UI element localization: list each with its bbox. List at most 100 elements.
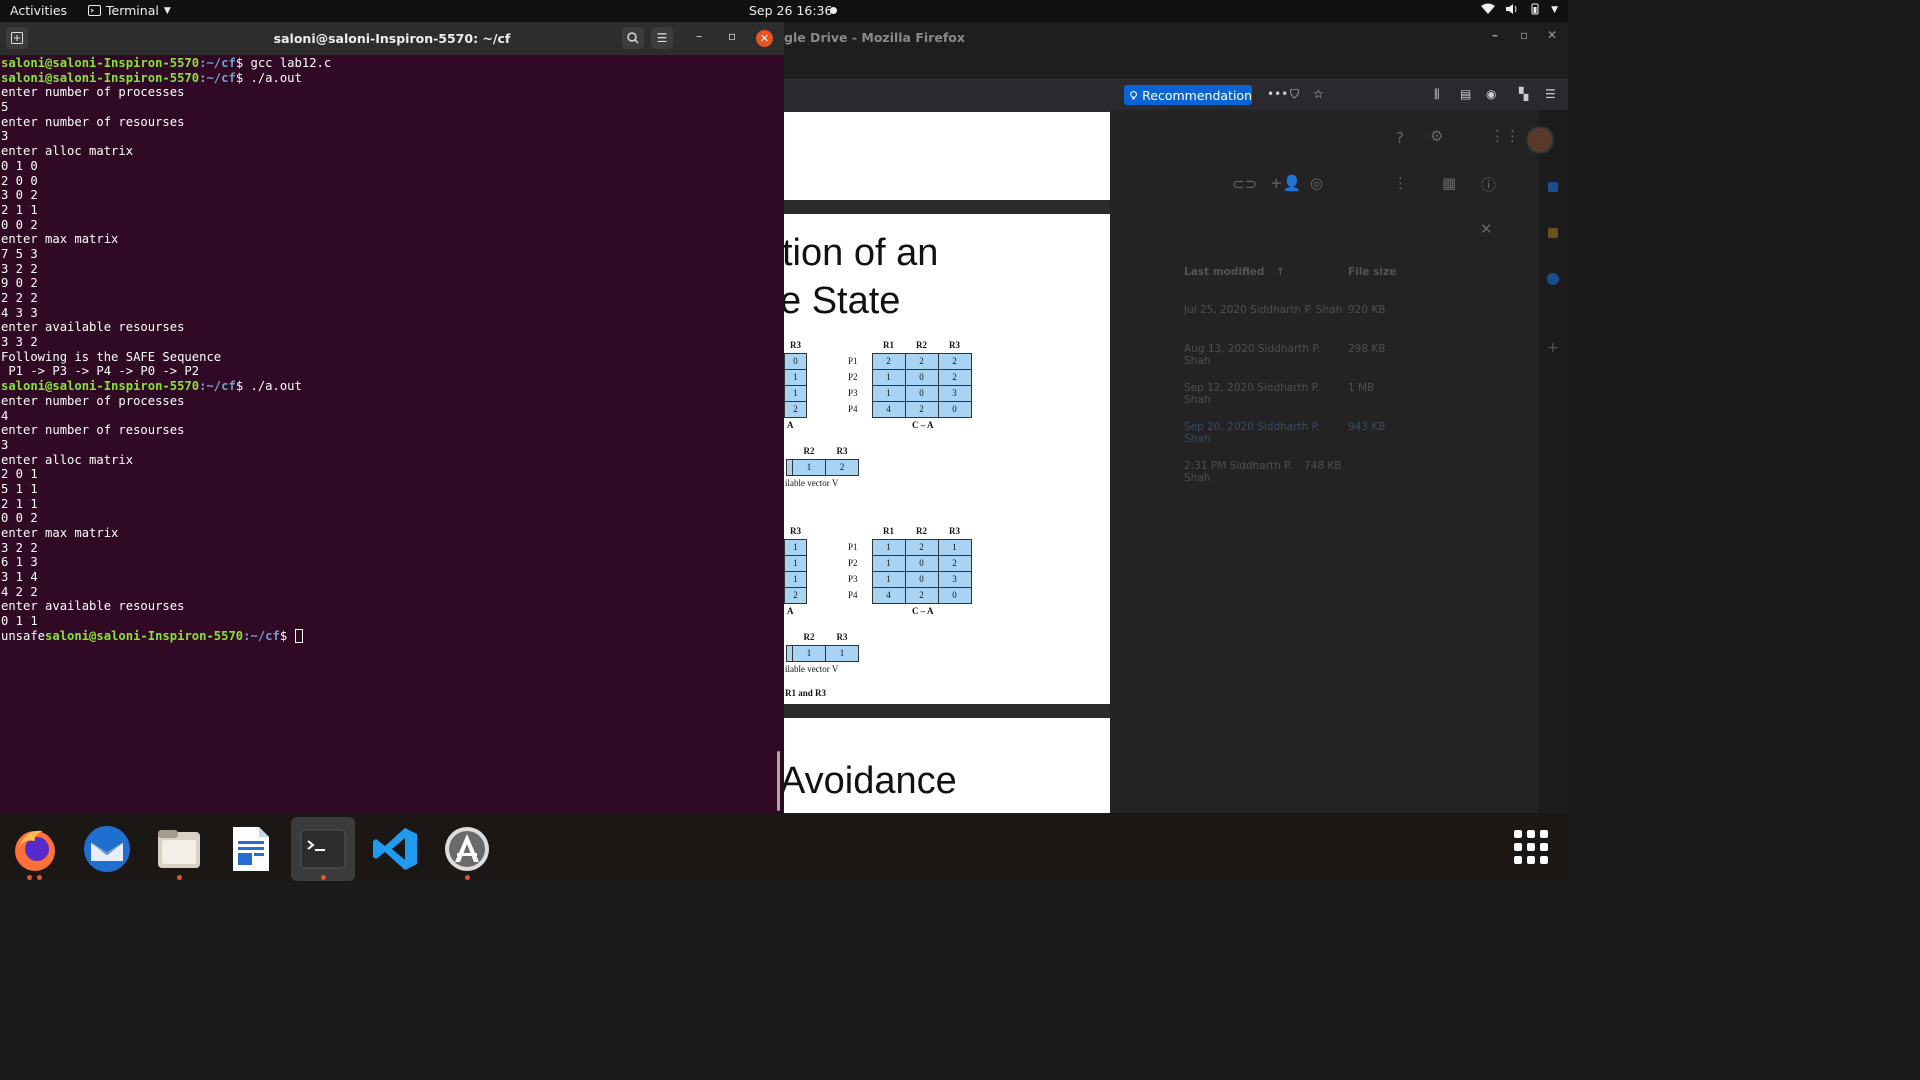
terminal-line: 7 5 3 (1, 246, 38, 261)
terminal-small-icon (88, 5, 101, 16)
battery-icon (1531, 3, 1539, 15)
notification-dot-icon (830, 7, 837, 14)
menu-icon[interactable]: ☰ (1545, 87, 1556, 101)
account-icon[interactable]: ◉ (1486, 87, 1496, 101)
dock-terminal[interactable] (291, 817, 355, 881)
bookmark-star-icon[interactable]: ☆ (1313, 87, 1324, 101)
terminal-line: enter alloc matrix (1, 144, 134, 159)
chevron-down-icon: ▼ (1551, 5, 1558, 15)
close-panel-icon[interactable]: ✕ (1480, 220, 1493, 238)
settings-gear-icon[interactable]: ⚙ (1430, 127, 1443, 145)
terminal-line: saloni@saloni-Inspiron-5570:~/cf$ gcc la… (1, 56, 781, 71)
dock-files[interactable] (147, 817, 211, 881)
add-person-icon[interactable]: +👤 (1270, 174, 1301, 192)
app-menu-label: Terminal (106, 3, 159, 18)
maximize-icon[interactable]: ▫ (1520, 28, 1528, 42)
terminal-line: 2 0 1 (1, 467, 38, 482)
preview-eye-icon[interactable]: ◎ (1310, 174, 1323, 192)
terminal-line: enter max matrix (1, 232, 119, 247)
info-icon[interactable]: ⓘ (1481, 174, 1496, 195)
dock (0, 813, 1568, 882)
keep-icon[interactable] (1548, 228, 1558, 238)
extensions-icon[interactable]: ▚ (1519, 87, 1528, 101)
pocket-icon[interactable]: ⛉ (1290, 87, 1299, 102)
avatar[interactable] (1526, 126, 1554, 154)
terminal-line: enter number of processes (1, 393, 185, 408)
terminal-line: enter available resourses (1, 320, 185, 335)
files-icon (158, 830, 200, 868)
terminal-line: enter max matrix (1, 526, 119, 540)
system-tray[interactable]: ▼ (1481, 3, 1558, 15)
dock-software[interactable] (435, 817, 499, 881)
table-row[interactable]: 2:31 PM Siddharth P. Shah 748 KB (1184, 460, 1341, 484)
terminal-line: saloni@saloni-Inspiron-5570:~/cf$ ./a.ou… (1, 71, 781, 86)
prompt-path: :~/cf (199, 70, 236, 85)
terminal-line: unsafesaloni@saloni-Inspiron-5570:~/cf$ (1, 629, 781, 644)
link-icon[interactable]: ⊂⊃ (1232, 175, 1257, 193)
terminal-line: 4 2 2 (1, 584, 38, 599)
app-menu[interactable]: Terminal ▼ (88, 3, 171, 18)
more-actions-icon[interactable]: ••• (1267, 87, 1288, 101)
table-row[interactable]: Aug 13, 2020 Siddharth P. Shah 298 KB (1184, 343, 1385, 367)
running-indicator (321, 875, 326, 880)
dock-vscode[interactable] (363, 817, 427, 881)
hamburger-menu-button[interactable]: ☰ (651, 27, 673, 49)
terminal-line: Following is the SAFE Sequence (1, 349, 222, 364)
pdf-page-next: Avoidance (784, 718, 1110, 813)
tasks-icon[interactable] (1547, 273, 1559, 285)
search-button[interactable] (622, 27, 644, 49)
side-panel-strip: + (1538, 110, 1568, 813)
help-icon[interactable]: ? (1396, 129, 1404, 147)
prompt-user: saloni@saloni-Inspiron-5570 (1, 379, 200, 394)
vscode-icon (373, 828, 417, 870)
terminal-line: 2 2 2 (1, 291, 38, 305)
prompt-user: saloni@saloni-Inspiron-5570 (1, 56, 200, 70)
matrix-c-minus-a-1: R1 R2 R3 P1 2 2 2 P2 1 0 2 P3 1 0 3 P4 4 2 0 (848, 338, 972, 418)
matrix-a-partial-2: R3 1 1 1 2 (784, 524, 807, 604)
close-icon[interactable]: ✕ (1547, 28, 1557, 42)
running-indicator (177, 875, 182, 880)
show-applications-icon[interactable] (1514, 830, 1548, 864)
library-icon[interactable]: ⫼ (1434, 87, 1440, 102)
terminal-line: saloni@saloni-Inspiron-5570:~/cf$ ./a.ou… (1, 379, 781, 394)
activities-button[interactable]: Activities (10, 3, 67, 18)
search-icon (627, 32, 639, 44)
firefox-window-title: gle Drive - Mozilla Firefox (784, 30, 965, 45)
recommendation-button[interactable]: Recommendation (1124, 85, 1252, 105)
table-row-selected[interactable]: Sep 20, 2020 Siddharth P. Shah 943 KB (1184, 421, 1385, 445)
slide-heading-avoidance: Avoidance (784, 760, 957, 802)
add-addon-icon[interactable]: + (1547, 340, 1559, 356)
close-icon[interactable]: ✕ (756, 30, 773, 47)
col-last-modified[interactable]: Last modified (1184, 266, 1264, 278)
terminal-line: enter alloc matrix (1, 452, 134, 467)
menu-icon: ☰ (656, 31, 668, 45)
apps-grid-icon[interactable]: ⋮⋮ (1490, 127, 1520, 145)
grid-view-icon[interactable]: ▦ (1442, 174, 1456, 192)
maximize-icon[interactable]: ▫ (728, 29, 736, 43)
table-row[interactable]: Sep 12, 2020 Siddharth P. Shah 1 MB (1184, 382, 1374, 406)
terminal-line: enter number of processes (1, 85, 185, 100)
slide-note: R1 and R3 (785, 688, 827, 698)
table-row[interactable]: Jul 25, 2020 Siddharth P. Shah 920 KB (1184, 304, 1385, 316)
sort-arrow-icon[interactable]: ↑ (1276, 266, 1285, 278)
terminal-line: 0 1 1 (1, 614, 38, 629)
terminal-line: 3 (1, 437, 9, 452)
dock-thunderbird[interactable] (75, 817, 139, 881)
firefox-toolbar: Recommendation ••• ⛉ ☆ ⫼ ▤ ◉ ▚ ☰ (784, 80, 1568, 110)
minimize-icon[interactable]: – (696, 29, 702, 43)
dock-writer[interactable] (219, 817, 283, 881)
terminal-window[interactable]: saloni@saloni-Inspiron-5570: ~/cf ☰ – ▫ … (0, 22, 784, 813)
more-vert-icon[interactable]: ⋮ (1393, 174, 1408, 192)
calendar-icon[interactable] (1548, 182, 1558, 192)
clock[interactable]: Sep 26 16:36 (749, 3, 832, 18)
terminal-headerbar: saloni@saloni-Inspiron-5570: ~/cf ☰ – ▫ … (0, 22, 784, 55)
sidebar-icon[interactable]: ▤ (1460, 87, 1471, 101)
dock-firefox[interactable] (3, 817, 67, 881)
terminal-output[interactable]: saloni@saloni-Inspiron-5570:~/cf$ gcc la… (1, 56, 781, 644)
terminal-line: 3 0 2 (1, 188, 38, 203)
scrollbar[interactable] (777, 751, 780, 811)
terminal-line: 0 0 2 (1, 511, 38, 526)
drive-background: ? ⚙ ⋮⋮ ⊂⊃ +👤 ◎ ⋮ ▦ ⓘ ✕ Last modified ↑ F… (1110, 110, 1568, 813)
col-file-size[interactable]: File size (1348, 266, 1396, 278)
minimize-icon[interactable]: – (1492, 28, 1498, 42)
